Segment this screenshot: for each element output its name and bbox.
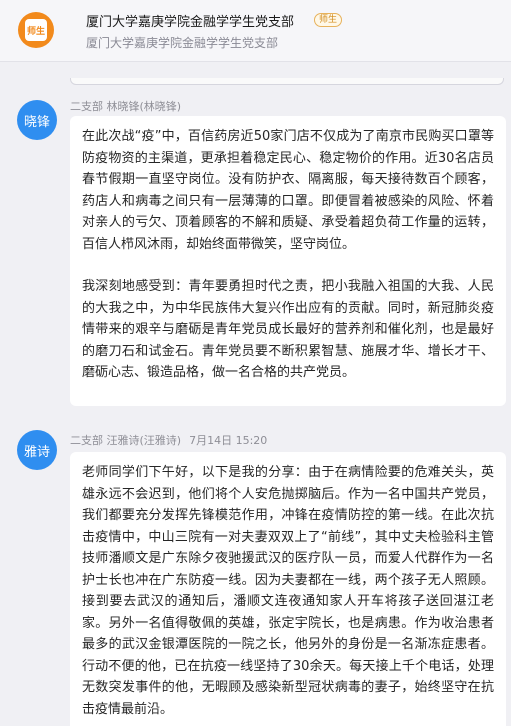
sender-name: 二支部 林晓锋(林晓锋)	[70, 98, 181, 114]
sender-avatar[interactable]: 晓锋	[17, 100, 57, 140]
message-paragraph: 我深刻地感受到：青年要勇担时代之责，把小我融入祖国的大我、人民的大我之中，为中华…	[82, 279, 494, 380]
message-time: 7月14日 15:20	[189, 434, 268, 447]
group-avatar[interactable]: 师生	[18, 12, 54, 48]
message-bubble[interactable]: 老师同学们下午好，以下是我的分享：由于在病情险要的危难关头，英雄永远不会迟到，他…	[70, 452, 506, 726]
previous-message-bubble-edge	[70, 78, 504, 85]
sender-name-text: 二支部 林晓锋(林晓锋)	[70, 100, 182, 113]
sender-name: 二支部 汪雅诗(汪雅诗) 7月14日 15:20	[70, 432, 267, 448]
group-title: 厦门大学嘉庚学院金融学学生党支部	[86, 15, 295, 30]
group-subtitle: 厦门大学嘉庚学院金融学学生党支部	[86, 36, 279, 50]
message-paragraph: 在此次战“疫”中，百信药房近50家门店不仅成为了南京市民购买口罩等防疫物资的主渠…	[82, 129, 494, 252]
group-type-badge: 师生	[314, 13, 343, 27]
message-paragraph: 老师同学们下午好，以下是我的分享：由于在病情险要的危难关头，英雄永远不会迟到，他…	[82, 465, 494, 717]
sender-name-text: 二支部 汪雅诗(汪雅诗)	[70, 434, 182, 447]
sender-avatar[interactable]: 雅诗	[17, 430, 57, 470]
chat-header: 师生 厦门大学嘉庚学院金融学学生党支部 师生 厦门大学嘉庚学院金融学学生党支部	[0, 0, 511, 62]
message-bubble[interactable]: 在此次战“疫”中，百信药房近50家门店不仅成为了南京市民购买口罩等防疫物资的主渠…	[70, 116, 506, 406]
group-avatar-label: 师生	[25, 19, 47, 41]
